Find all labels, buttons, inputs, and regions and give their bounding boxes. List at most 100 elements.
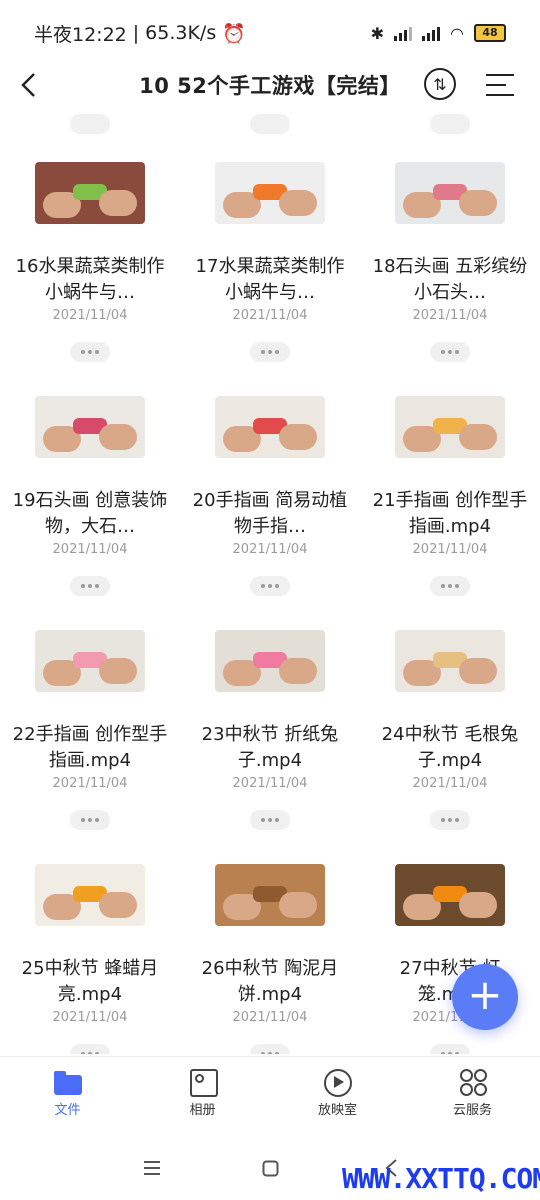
signal-icon-2 (422, 25, 441, 41)
file-date: 2021/11/04 (52, 1010, 128, 1025)
file-date: 2021/11/04 (412, 542, 488, 557)
hand-shape (279, 190, 317, 216)
hand-shape (99, 190, 137, 216)
file-name: 26中秋节 陶泥月饼.mp4 (201, 958, 339, 1005)
file-item[interactable]: 19石头画 创意装饰物，大石… 2021/11/04 (0, 338, 180, 596)
page-title: 10 52个手工游戏【完结】 (139, 74, 401, 98)
file-item[interactable]: 17水果蔬菜类制作小蜗牛与… 2021/11/04 (180, 104, 360, 362)
file-name: 22手指画 创作型手指画.mp4 (12, 724, 168, 771)
menu-button[interactable] (486, 74, 514, 96)
file-date: 2021/11/04 (52, 542, 128, 557)
add-button[interactable]: + (452, 964, 518, 1030)
home-button[interactable] (262, 1160, 280, 1182)
signal-icon (394, 25, 413, 41)
hand-shape (99, 658, 137, 684)
video-thumbnail[interactable] (395, 162, 505, 224)
file-date: 2021/11/04 (232, 542, 308, 557)
watermark: WWW.XXTTQ.COM (342, 1162, 540, 1195)
sort-button[interactable]: ⇅ (424, 68, 456, 100)
file-item[interactable]: 25中秋节 蜂蜡月亮.mp4 2021/11/04 (0, 806, 180, 1054)
file-item[interactable]: 18石头画 五彩缤纷小石头… 2021/11/04 (360, 104, 540, 362)
image-icon (189, 1069, 218, 1097)
menu-icon (486, 74, 514, 76)
file-date: 2021/11/04 (232, 776, 308, 791)
file-name: 18石头画 五彩缤纷小石头… (372, 256, 528, 303)
nav-label: 相册 (189, 1103, 216, 1118)
video-thumbnail[interactable] (35, 162, 145, 224)
nav-item-cloud-services[interactable]: 云服务 (405, 1069, 540, 1118)
dot-icon (95, 1052, 99, 1054)
dot-icon (268, 1052, 272, 1054)
bluetooth-icon: ✱ (370, 23, 385, 43)
network-speed: 65.3K/s (145, 22, 217, 44)
video-thumbnail[interactable] (35, 396, 145, 458)
video-thumbnail[interactable] (215, 630, 325, 692)
hand-shape (279, 892, 317, 918)
more-options-button[interactable] (70, 1044, 110, 1054)
file-grid: 16水果蔬菜类制作小蜗牛与… 2021/11/04 17水果蔬菜类制作小蜗牛与… 20… (0, 104, 540, 1054)
file-name: 24中秋节 毛根兔子.mp4 (381, 724, 519, 771)
video-thumbnail[interactable] (395, 864, 505, 926)
video-thumbnail[interactable] (215, 396, 325, 458)
dot-icon (88, 1052, 92, 1054)
file-item[interactable]: 22手指画 创作型手指画.mp4 2021/11/04 (0, 572, 180, 830)
dot-icon (455, 1052, 459, 1054)
hand-shape (459, 190, 497, 216)
file-item[interactable]: 16水果蔬菜类制作小蜗牛与… 2021/11/04 (0, 104, 180, 362)
file-name: 19石头画 创意装饰物，大石… (12, 490, 168, 537)
more-options-button[interactable] (250, 1044, 290, 1054)
hand-shape (459, 892, 497, 918)
file-name: 17水果蔬菜类制作小蜗牛与… (195, 256, 345, 303)
hand-shape (99, 892, 137, 918)
wifi-icon: ◠ (450, 23, 464, 43)
status-right: ✱ ◠ 48 (371, 24, 506, 43)
more-options-button[interactable] (430, 1044, 470, 1054)
square-icon (262, 1160, 279, 1177)
file-date: 2021/11/04 (52, 776, 128, 791)
dot-icon (441, 1052, 445, 1054)
video-thumbnail[interactable] (215, 162, 325, 224)
hand-shape (99, 424, 137, 450)
menu-lines-icon (144, 1161, 160, 1175)
nav-label: 云服务 (452, 1103, 492, 1118)
alarm-icon: ⏰ (222, 22, 246, 45)
video-thumbnail[interactable] (215, 864, 325, 926)
video-thumbnail[interactable] (395, 630, 505, 692)
folder-icon (53, 1069, 82, 1095)
file-name: 21手指画 创作型手指画.mp4 (372, 490, 528, 537)
header: 10 52个手工游戏【完结】 ⇅ (0, 66, 540, 104)
file-item[interactable]: 26中秋节 陶泥月饼.mp4 2021/11/04 (180, 806, 360, 1054)
file-item[interactable]: 20手指画 简易动植物手指… 2021/11/04 (180, 338, 360, 596)
hand-shape (279, 658, 317, 684)
file-date: 2021/11/04 (412, 308, 488, 323)
file-name: 20手指画 简易动植物手指… (192, 490, 348, 537)
sort-icon: ⇅ (433, 74, 447, 94)
battery-icon: 48 (474, 24, 506, 42)
nav-label: 文件 (54, 1103, 81, 1118)
file-item[interactable]: 21手指画 创作型手指画.mp4 2021/11/04 (360, 338, 540, 596)
grid-icon (459, 1069, 487, 1096)
file-name: 23中秋节 折纸兔子.mp4 (201, 724, 339, 771)
video-thumbnail[interactable] (35, 630, 145, 692)
play-icon (323, 1069, 352, 1097)
file-item[interactable]: 24中秋节 毛根兔子.mp4 2021/11/04 (360, 572, 540, 830)
nav-item-files[interactable]: 文件 (0, 1069, 135, 1118)
nav-item-album[interactable]: 相册 (135, 1069, 270, 1118)
file-date: 2021/11/04 (52, 308, 128, 323)
video-thumbnail[interactable] (395, 396, 505, 458)
dot-icon (275, 1052, 279, 1054)
status-time: 半夜12:22 (34, 23, 127, 46)
dot-icon (81, 1052, 85, 1054)
nav-item-cinema[interactable]: 放映室 (270, 1069, 405, 1118)
recent-apps-button[interactable] (144, 1160, 162, 1180)
file-item[interactable]: 23中秋节 折纸兔子.mp4 2021/11/04 (180, 572, 360, 830)
file-date: 2021/11/04 (232, 1010, 308, 1025)
dot-icon (261, 1052, 265, 1054)
hand-shape (279, 424, 317, 450)
video-thumbnail[interactable] (35, 864, 145, 926)
file-name: 25中秋节 蜂蜡月亮.mp4 (21, 958, 159, 1005)
file-date: 2021/11/04 (232, 308, 308, 323)
nav-label: 放映室 (317, 1103, 357, 1118)
file-date: 2021/11/04 (412, 776, 488, 791)
bottom-nav: 文件 相册 放映室 云服务 (0, 1056, 540, 1137)
